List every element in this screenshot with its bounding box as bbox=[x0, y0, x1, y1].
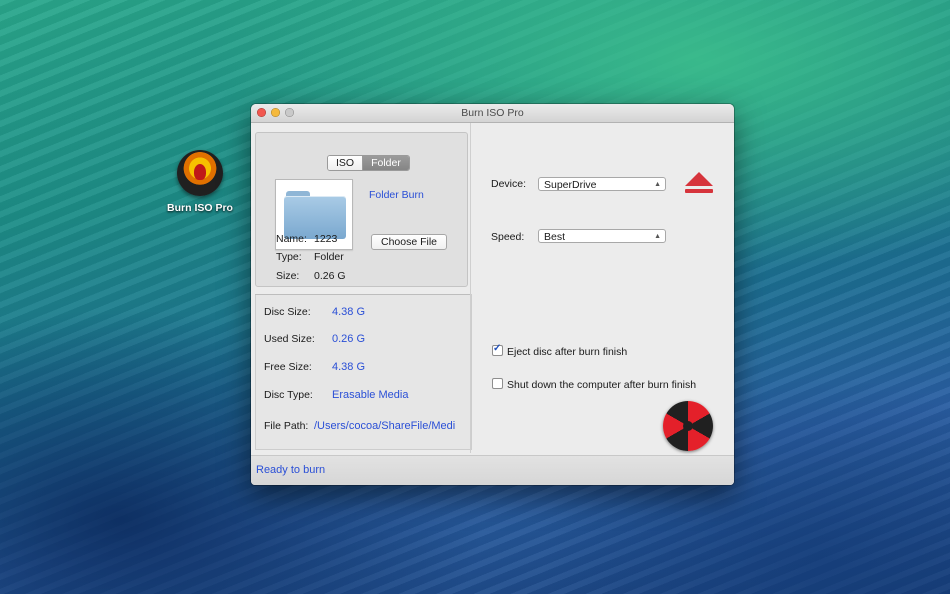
stat-disc-size: Disc Size: 4.38 G bbox=[264, 306, 365, 318]
title-bar[interactable]: Burn ISO Pro bbox=[251, 104, 734, 123]
desktop-icon-label: Burn ISO Pro bbox=[167, 202, 233, 214]
stat-label: Disc Size: bbox=[264, 306, 311, 318]
stat-label: File Path: bbox=[264, 420, 309, 432]
info-label: Name: bbox=[276, 233, 307, 245]
info-label: Size: bbox=[276, 270, 300, 282]
option-shutdown[interactable]: Shut down the computer after burn finish bbox=[492, 378, 696, 391]
divider bbox=[255, 294, 470, 295]
stat-value: 4.38 G bbox=[332, 306, 366, 318]
folder-icon bbox=[284, 191, 346, 239]
option-label: Eject disc after burn finish bbox=[507, 346, 628, 358]
option-label: Shut down the computer after burn finish bbox=[507, 379, 697, 391]
minimize-icon[interactable] bbox=[271, 108, 280, 117]
stat-label: Used Size: bbox=[264, 333, 315, 345]
stat-label: Disc Type: bbox=[264, 389, 313, 401]
info-size: Size: 0.26 G bbox=[276, 270, 346, 282]
file-path-value[interactable]: /Users/cocoa/ShareFile/Medi bbox=[314, 420, 455, 432]
choose-file-button[interactable]: Choose File bbox=[371, 234, 447, 250]
checkbox-icon[interactable] bbox=[492, 378, 503, 389]
window-title: Burn ISO Pro bbox=[461, 107, 524, 119]
info-value: Folder bbox=[314, 251, 344, 263]
status-text: Ready to burn bbox=[256, 464, 326, 476]
speed-popup[interactable]: Best ▲ bbox=[538, 229, 666, 243]
mode-title: Folder Burn bbox=[369, 189, 424, 201]
desktop-app-icon[interactable]: Burn ISO Pro bbox=[166, 150, 234, 214]
device-popup[interactable]: SuperDrive ▲ bbox=[538, 177, 666, 191]
checkbox-icon[interactable] bbox=[492, 343, 503, 356]
app-window: Burn ISO Pro ISO Folder Folder Burn Choo… bbox=[251, 104, 734, 485]
eject-icon[interactable] bbox=[685, 172, 713, 196]
info-value: 0.26 G bbox=[314, 270, 346, 282]
burn-icon[interactable] bbox=[663, 401, 713, 451]
info-type: Type: Folder bbox=[276, 251, 344, 263]
stat-disc-type: Disc Type: Erasable Media bbox=[264, 389, 408, 401]
speed-label: Speed: bbox=[491, 231, 525, 243]
left-panel: ISO Folder Folder Burn Choose File Name:… bbox=[255, 126, 470, 449]
device-value: SuperDrive bbox=[544, 179, 597, 191]
close-icon[interactable] bbox=[257, 108, 266, 117]
speed-value: Best bbox=[544, 231, 566, 243]
stat-file-path: File Path: /Users/cocoa/ShareFile/Medi bbox=[264, 420, 464, 432]
stat-value: Erasable Media bbox=[332, 389, 409, 401]
popup-arrows-icon: ▲ bbox=[654, 181, 661, 188]
stat-value: 4.38 G bbox=[332, 361, 366, 373]
popup-arrows-icon: ▲ bbox=[654, 233, 661, 240]
tab-iso[interactable]: ISO bbox=[328, 156, 364, 170]
stat-value: 0.26 G bbox=[332, 333, 366, 345]
source-box: ISO Folder Folder Burn Choose File Name:… bbox=[255, 132, 468, 287]
info-name: Name: 1223 bbox=[276, 233, 337, 245]
burn-iso-pro-app-icon bbox=[177, 150, 223, 196]
stat-free-size: Free Size: 4.38 G bbox=[264, 361, 365, 373]
source-segmented-control[interactable]: ISO Folder bbox=[327, 155, 410, 171]
stat-label: Free Size: bbox=[264, 361, 312, 373]
stat-used-size: Used Size: 0.26 G bbox=[264, 333, 365, 345]
info-label: Type: bbox=[276, 251, 302, 263]
zoom-icon[interactable] bbox=[285, 108, 294, 117]
info-value: 1223 bbox=[314, 233, 338, 245]
tab-folder[interactable]: Folder bbox=[363, 156, 409, 170]
option-eject[interactable]: Eject disc after burn finish bbox=[492, 343, 628, 358]
status-bar: Ready to burn bbox=[251, 455, 734, 485]
device-label: Device: bbox=[491, 178, 527, 190]
vertical-divider bbox=[470, 123, 471, 453]
